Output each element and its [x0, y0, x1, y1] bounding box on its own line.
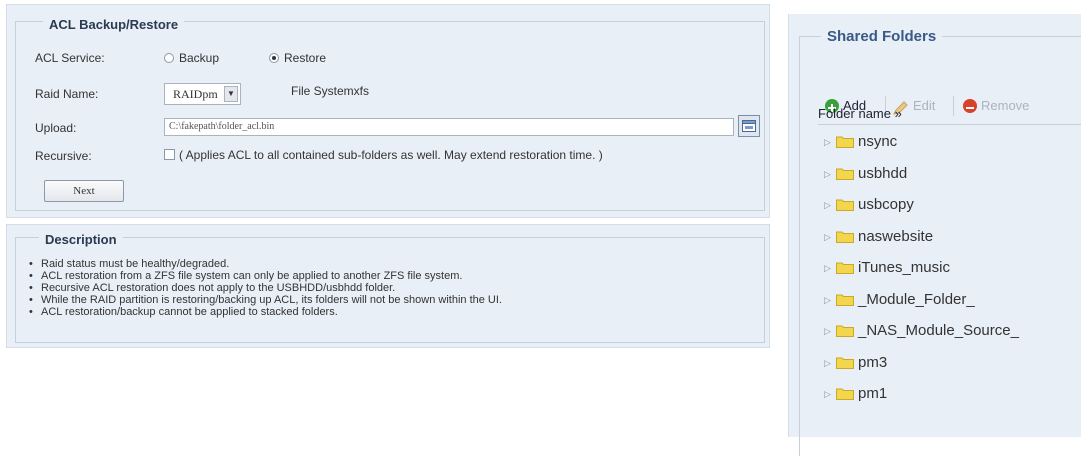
raid-select[interactable]: RAIDpm ▼	[164, 83, 241, 105]
restore-radio-label[interactable]: Restore	[284, 51, 326, 65]
folder-icon	[836, 199, 854, 211]
expand-arrow-icon[interactable]: ▷	[824, 383, 831, 405]
expand-arrow-icon[interactable]: ▷	[824, 257, 831, 279]
next-button[interactable]: Next	[44, 180, 124, 202]
recursive-label: Recursive:	[35, 149, 92, 163]
folder-name: nsync	[858, 133, 898, 150]
folder-icon	[836, 388, 854, 400]
description-item: Raid status must be healthy/degraded.	[29, 258, 502, 270]
chevron-down-icon[interactable]: ▼	[224, 86, 238, 102]
folder-name-column-header[interactable]: Folder name »	[818, 104, 1081, 124]
folder-name: naswebsite	[858, 227, 934, 245]
description-list: Raid status must be healthy/degraded. AC…	[29, 258, 502, 318]
acl-panel: ACL Backup/Restore ACL Service: Backup R…	[6, 4, 770, 218]
expand-arrow-icon[interactable]: ▷	[824, 226, 831, 248]
expand-arrow-icon[interactable]: ▷	[824, 289, 831, 311]
acl-service-label: ACL Service:	[35, 51, 105, 65]
browse-icon	[742, 120, 756, 132]
folder-name: pm3	[858, 353, 888, 371]
folder-icon	[836, 136, 854, 148]
expand-arrow-icon[interactable]: ▷	[824, 320, 831, 342]
recursive-checkbox[interactable]	[164, 149, 175, 160]
folder-icon	[836, 325, 854, 337]
shared-folders-panel: Shared Folders Add Edit Remove	[788, 14, 1081, 456]
folder-icon	[836, 231, 854, 243]
folder-icon	[836, 262, 854, 274]
shared-folders-legend: Shared Folders	[821, 28, 943, 45]
folder-icon	[836, 357, 854, 369]
folder-name: pm1	[858, 385, 888, 402]
filesystem-text: File Systemxfs	[291, 84, 370, 98]
backup-radio-label[interactable]: Backup	[179, 51, 219, 65]
description-legend: Description	[39, 232, 123, 247]
restore-radio[interactable]	[269, 53, 279, 63]
folder-name: iTunes_music	[858, 259, 950, 276]
upload-label: Upload:	[35, 121, 77, 135]
expand-arrow-icon[interactable]: ▷	[824, 131, 831, 153]
column-divider	[818, 124, 1081, 125]
folder-icon	[836, 168, 854, 180]
backup-radio[interactable]	[164, 53, 174, 63]
acl-fieldset	[15, 21, 765, 211]
description-item: Recursive ACL restoration does not apply…	[29, 282, 502, 294]
expand-arrow-icon[interactable]: ▷	[824, 194, 831, 216]
expand-arrow-icon[interactable]: ▷	[824, 163, 831, 185]
raid-name-label: Raid Name:	[35, 87, 99, 101]
description-item: While the RAID partition is restoring/ba…	[29, 294, 502, 306]
acl-legend: ACL Backup/Restore	[43, 17, 185, 32]
description-item: ACL restoration/backup cannot be applied…	[29, 306, 502, 318]
description-item: ACL restoration from a ZFS file system c…	[29, 270, 502, 282]
description-panel: Description Raid status must be healthy/…	[6, 224, 770, 348]
raid-select-value: RAIDpm	[173, 87, 218, 101]
browse-button[interactable]	[738, 115, 760, 137]
upload-field[interactable]: C:\fakepath\folder_acl.bin	[164, 118, 734, 136]
recursive-description: ( Applies ACL to all contained sub-folde…	[179, 148, 603, 162]
folder-name: usbcopy	[858, 196, 914, 213]
folder-name: usbhdd	[858, 164, 908, 182]
expand-arrow-icon[interactable]: ▷	[824, 352, 831, 374]
folder-name: _NAS_Module_Source_	[858, 322, 1019, 339]
folder-name: _Module_Folder_	[858, 290, 975, 308]
folder-icon	[836, 294, 854, 306]
